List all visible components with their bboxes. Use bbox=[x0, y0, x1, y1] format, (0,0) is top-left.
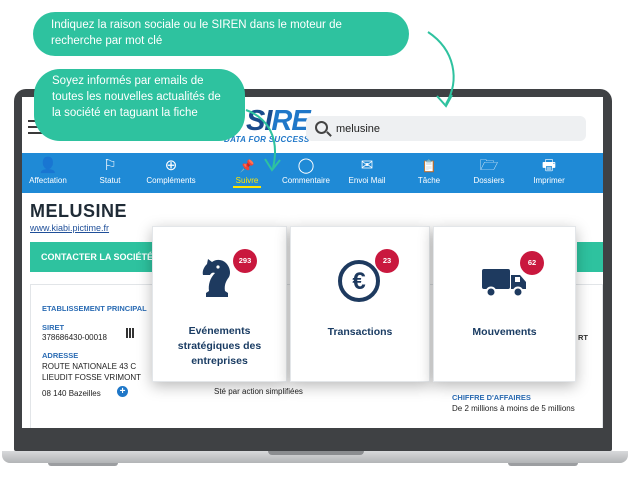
search-hint-arrow bbox=[427, 31, 455, 105]
stage: SIRE DATA FOR SUCCESS 👤 Affectation ⚐ St… bbox=[0, 0, 638, 485]
follow-hint-arrow bbox=[245, 109, 276, 169]
hint-arrows bbox=[245, 31, 455, 172]
follow-hint-arrowhead bbox=[264, 158, 281, 172]
